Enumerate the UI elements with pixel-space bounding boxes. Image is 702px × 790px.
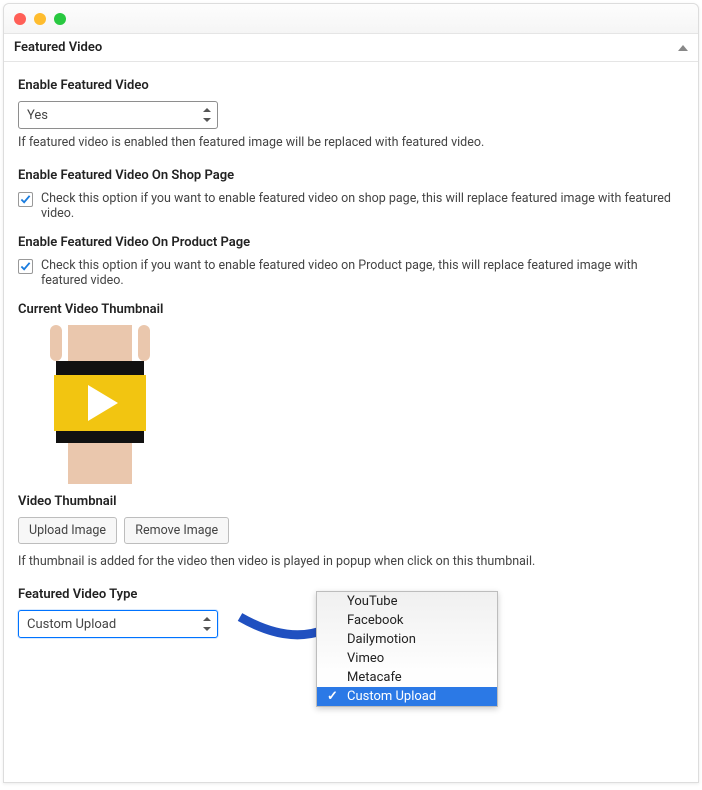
panel-header[interactable]: Featured Video xyxy=(4,34,698,62)
video-type-value: Custom Upload xyxy=(27,617,116,632)
option-metacafe[interactable]: Metacafe xyxy=(317,668,497,687)
enable-featured-video-value: Yes xyxy=(27,108,48,123)
play-icon xyxy=(88,385,118,421)
option-custom-upload[interactable]: Custom Upload xyxy=(317,687,497,706)
product-page-check-text: Check this option if you want to enable … xyxy=(41,258,684,288)
option-vimeo[interactable]: Vimeo xyxy=(317,649,497,668)
option-dailymotion[interactable]: Dailymotion xyxy=(317,630,497,649)
option-youtube[interactable]: YouTube xyxy=(317,592,497,611)
chevron-updown-icon xyxy=(203,108,211,122)
video-type-dropdown[interactable]: YouTube Facebook Dailymotion Vimeo Metac… xyxy=(316,591,498,707)
shop-page-checkbox[interactable] xyxy=(18,192,33,207)
upload-image-button[interactable]: Upload Image xyxy=(18,517,117,544)
collapse-icon[interactable] xyxy=(678,45,688,51)
video-type-select[interactable]: Custom Upload xyxy=(18,610,218,638)
shop-page-label: Enable Featured Video On Shop Page xyxy=(18,168,684,183)
enable-featured-video-label: Enable Featured Video xyxy=(18,78,684,93)
video-thumbnail-section-label: Video Thumbnail xyxy=(18,494,684,509)
zoom-icon[interactable] xyxy=(54,13,66,25)
enable-featured-video-select[interactable]: Yes xyxy=(18,101,218,129)
thumbnail-help: If thumbnail is added for the video then… xyxy=(18,554,684,569)
chevron-updown-icon xyxy=(203,617,211,631)
product-page-checkbox[interactable] xyxy=(18,259,33,274)
video-thumbnail[interactable] xyxy=(18,325,182,484)
thumbnail-label: Current Video Thumbnail xyxy=(18,302,684,317)
remove-image-button[interactable]: Remove Image xyxy=(124,517,229,544)
shop-page-check-text: Check this option if you want to enable … xyxy=(41,191,684,221)
product-page-label: Enable Featured Video On Product Page xyxy=(18,235,684,250)
enable-featured-video-help: If featured video is enabled then featur… xyxy=(18,135,684,150)
minimize-icon[interactable] xyxy=(34,13,46,25)
panel-title: Featured Video xyxy=(14,40,102,55)
window-chrome xyxy=(4,4,698,34)
close-icon[interactable] xyxy=(14,13,26,25)
option-facebook[interactable]: Facebook xyxy=(317,611,497,630)
